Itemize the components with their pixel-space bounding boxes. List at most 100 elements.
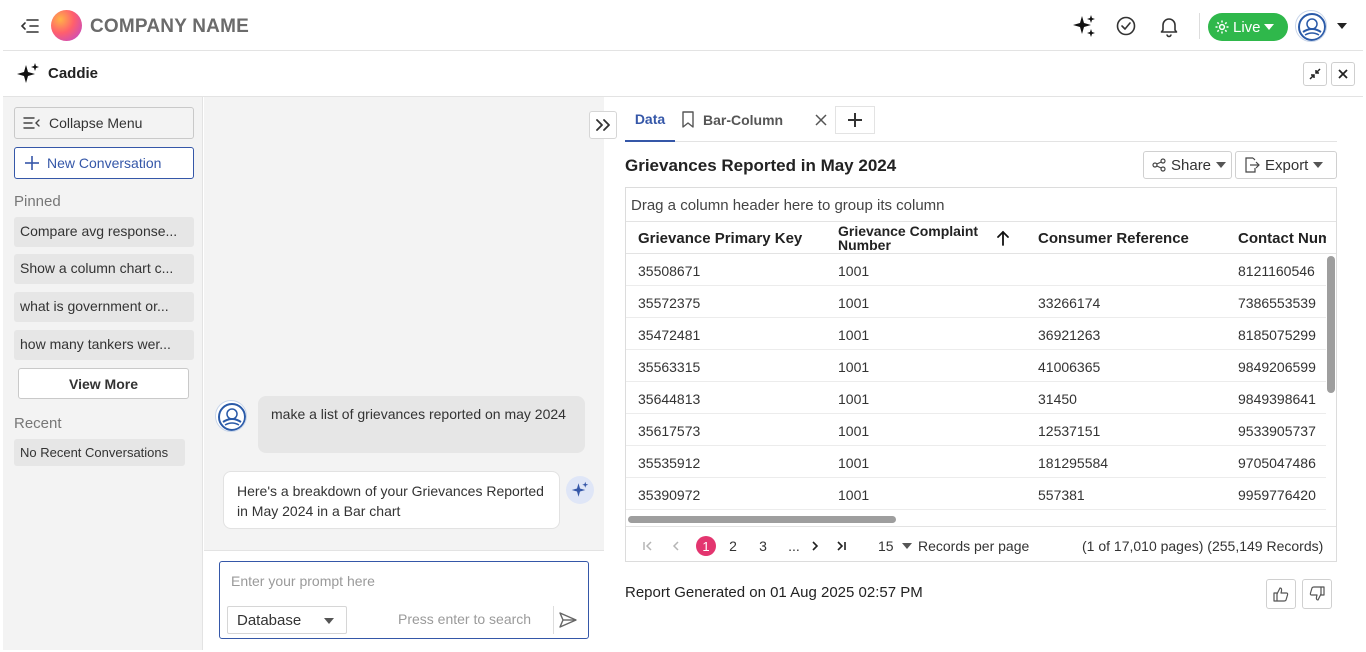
caddie-header: Caddie xyxy=(3,52,1363,97)
add-tab-button[interactable] xyxy=(835,106,875,134)
collapse-menu-button[interactable]: Collapse Menu xyxy=(14,107,194,139)
column-header[interactable]: Grievance Primary Key xyxy=(638,222,828,254)
user-avatar[interactable] xyxy=(1295,10,1327,42)
table-row[interactable]: 35617573 1001 12537151 9533905737 xyxy=(626,414,1326,446)
records-per-page-label: Records per page xyxy=(918,538,1030,554)
table-cell: 7386553539 xyxy=(1238,295,1316,311)
table-cell: 35572375 xyxy=(638,295,701,311)
table-row[interactable]: 35572375 1001 33266174 7386553539 xyxy=(626,286,1326,318)
new-conversation-button[interactable]: New Conversation xyxy=(14,147,194,179)
menu-toggle-icon[interactable] xyxy=(20,16,40,36)
prompt-input[interactable]: Enter your prompt here Database Press en… xyxy=(219,561,589,639)
plus-icon xyxy=(25,156,39,170)
tab-bar-column[interactable]: Bar-Column xyxy=(681,102,783,142)
caddie-sparkle-icon xyxy=(16,62,40,86)
column-header[interactable]: Consumer Reference xyxy=(1038,222,1228,254)
tab-data[interactable]: Data xyxy=(625,102,675,142)
next-page-icon[interactable] xyxy=(807,536,823,556)
page-button-current[interactable]: 1 xyxy=(696,536,716,556)
minimize-button[interactable] xyxy=(1303,62,1327,86)
share-button[interactable]: Share xyxy=(1143,151,1232,179)
last-page-icon[interactable] xyxy=(833,536,849,556)
table-row[interactable]: 35563315 1001 41006365 9849206599 xyxy=(626,350,1326,382)
chevron-down-icon[interactable] xyxy=(1336,22,1348,30)
page-button[interactable]: 3 xyxy=(756,536,770,556)
page-ellipsis[interactable]: ... xyxy=(787,536,801,556)
company-logo xyxy=(51,10,82,41)
table-cell: 12537151 xyxy=(1038,423,1101,439)
table-cell: 35535912 xyxy=(638,455,701,471)
pinned-conversation-item[interactable]: Compare avg response... xyxy=(14,217,194,247)
group-drop-zone[interactable]: Drag a column header here to group its c… xyxy=(626,188,1336,222)
table-row[interactable]: 35535912 1001 181295584 9705047486 xyxy=(626,446,1326,478)
vertical-scrollbar[interactable] xyxy=(1327,256,1335,393)
table-cell: 1001 xyxy=(838,455,870,471)
report-tabs: Data Bar-Column xyxy=(625,102,1337,142)
thumbs-up-icon xyxy=(1273,586,1289,602)
sort-ascending-icon[interactable] xyxy=(996,230,1010,246)
export-button[interactable]: Export xyxy=(1235,151,1337,179)
table-cell: 8121160546 xyxy=(1238,263,1315,279)
tab-bar-column-label: Bar-Column xyxy=(703,112,784,128)
caddie-title: Caddie xyxy=(48,65,99,82)
table-cell: 35617573 xyxy=(638,423,701,439)
report-generated-text: Report Generated on 01 Aug 2025 02:57 PM xyxy=(625,584,923,601)
previous-page-icon[interactable] xyxy=(668,536,684,556)
page-button[interactable]: 2 xyxy=(726,536,740,556)
table-cell: 1001 xyxy=(838,295,870,311)
horizontal-scrollbar[interactable] xyxy=(628,516,896,523)
table-cell: 9849398641 xyxy=(1238,391,1316,407)
toolbar-divider xyxy=(1199,13,1200,39)
chevron-down-icon xyxy=(1313,162,1324,168)
report-title: Grievances Reported in May 2024 xyxy=(625,156,897,175)
pinned-conversation-item[interactable]: what is government or... xyxy=(14,292,194,322)
share-label: Share xyxy=(1171,156,1212,174)
table-cell: 1001 xyxy=(838,359,870,375)
user-avatar xyxy=(215,400,247,432)
assistant-message[interactable]: Here's a breakdown of your Grievances Re… xyxy=(223,471,560,529)
send-button[interactable] xyxy=(553,606,581,634)
thumbs-up-button[interactable] xyxy=(1266,579,1296,609)
table-cell: 35472481 xyxy=(638,327,701,343)
source-select[interactable]: Database xyxy=(227,606,347,634)
page-size-select[interactable]: 15 xyxy=(878,536,912,556)
thumbs-down-button[interactable] xyxy=(1302,579,1332,609)
live-status-button[interactable]: Live xyxy=(1208,13,1288,41)
first-page-icon[interactable] xyxy=(640,536,656,556)
expand-panel-button[interactable] xyxy=(589,111,617,139)
chevron-down-icon xyxy=(1216,162,1227,168)
table-row[interactable]: 35472481 1001 36921263 8185075299 xyxy=(626,318,1326,350)
grid-header-row: Grievance Primary Key Grievance Complain… xyxy=(626,222,1336,254)
column-header[interactable]: Grievance Complaint Number xyxy=(838,222,988,254)
close-icon xyxy=(1337,68,1349,80)
close-tab-icon[interactable] xyxy=(813,112,829,128)
ai-sparkle-icon[interactable] xyxy=(1072,14,1096,38)
chevron-down-icon xyxy=(1263,23,1274,31)
table-cell: 1001 xyxy=(838,423,870,439)
company-name: COMPANY NAME xyxy=(90,16,249,37)
table-cell: 35508671 xyxy=(638,263,701,279)
table-row[interactable]: 35644813 1001 31450 9849398641 xyxy=(626,382,1326,414)
pinned-conversation-item[interactable]: how many tankers wer... xyxy=(14,330,194,360)
table-row[interactable]: 35508671 1001 8121160546 xyxy=(626,254,1326,286)
conversation-sidebar: Collapse Menu New Conversation Pinned Co… xyxy=(3,97,203,650)
recent-empty-state: No Recent Conversations xyxy=(14,439,185,466)
table-cell: 9705047486 xyxy=(1238,455,1316,471)
table-cell: 36921263 xyxy=(1038,327,1101,343)
pinned-conversation-item[interactable]: Show a column chart c... xyxy=(14,254,194,284)
bell-icon[interactable] xyxy=(1157,14,1181,38)
collapse-menu-label: Collapse Menu xyxy=(49,115,143,131)
view-more-button[interactable]: View More xyxy=(18,368,189,399)
table-row[interactable]: 35390972 1001 557381 9959776420 xyxy=(626,478,1326,510)
column-header[interactable]: Contact Num xyxy=(1238,222,1326,254)
chat-input-area: Enter your prompt here Database Press en… xyxy=(204,550,604,650)
close-button[interactable] xyxy=(1331,62,1355,86)
export-label: Export xyxy=(1265,156,1309,174)
table-cell: 1001 xyxy=(838,327,870,343)
plus-icon xyxy=(848,113,862,127)
send-icon xyxy=(558,612,577,628)
user-message: make a list of grievances reported on ma… xyxy=(258,396,585,453)
source-select-value: Database xyxy=(237,612,302,629)
pagination-summary: (1 of 17,010 pages) (255,149 Records) xyxy=(1082,538,1324,554)
task-check-icon[interactable] xyxy=(1114,14,1138,38)
